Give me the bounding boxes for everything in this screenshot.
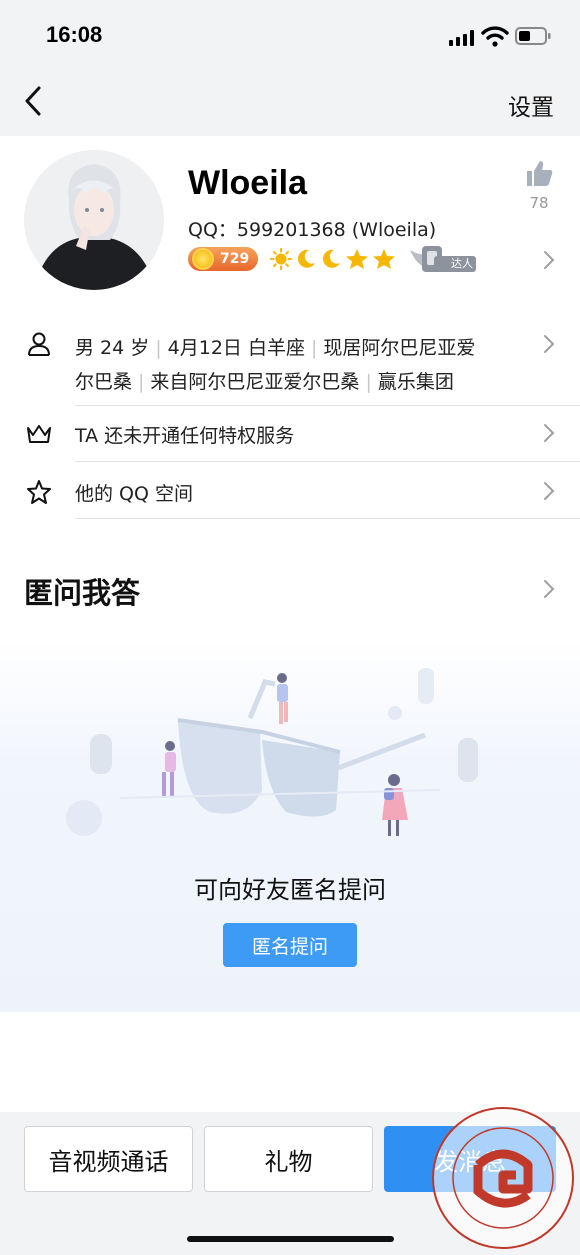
- figure-person: [382, 774, 408, 836]
- home-indicator: [187, 1236, 394, 1242]
- anonymous-ask-button[interactable]: 匿名提问: [223, 923, 357, 967]
- chevron-right-icon: [544, 424, 555, 442]
- qq-number: QQ：599201368 (Wloeila): [188, 219, 437, 241]
- crown-icon: [27, 425, 51, 443]
- qa-illustration: [66, 668, 478, 836]
- gift-button[interactable]: 礼物: [204, 1126, 373, 1192]
- chevron-right-icon[interactable]: [543, 250, 555, 270]
- qa-panel: 可向好友匿名提问 匿名提问: [0, 640, 580, 1012]
- figure-person: [162, 741, 176, 798]
- profile-card[interactable]: Wloeila QQ：599201368 (Wloeila) 729 达人 78: [0, 136, 580, 306]
- divider: [75, 518, 580, 519]
- qzone-text: 他的 QQ 空间: [75, 483, 193, 505]
- qq-level-icons: [270, 248, 396, 270]
- status-time: 16:08: [46, 22, 103, 47]
- status-bar: 16:08: [0, 0, 580, 70]
- coin-level-value: 729: [220, 251, 250, 267]
- avatar[interactable]: [24, 150, 164, 290]
- basic-info-line1: 男 24 岁 | 4月12日 白羊座 | 现居阿尔巴尼亚爱: [75, 337, 476, 359]
- qa-title: 匿问我答: [24, 576, 141, 610]
- qa-hint: 可向好友匿名提问: [194, 876, 386, 904]
- moon-icon: [298, 249, 315, 268]
- info-list: 男 24 岁 | 4月12日 白羊座 | 现居阿尔巴尼亚爱 尔巴桑 | 来自阿尔巴尼亚爱尔巴…: [0, 306, 580, 519]
- moon-icon: [323, 249, 340, 268]
- star-outline-icon: [27, 480, 51, 504]
- chevron-left-icon[interactable]: [22, 85, 44, 117]
- privilege-text: TA 还未开通任何特权服务: [75, 425, 295, 447]
- avatar-illustration: [24, 150, 164, 290]
- qzone-row[interactable]: 他的 QQ 空间: [0, 462, 580, 519]
- settings-button[interactable]: 设置: [508, 88, 554, 122]
- like-count: 78: [529, 194, 549, 212]
- daren-badge: 达人: [408, 244, 478, 274]
- battery-icon: [515, 27, 551, 45]
- star-icon: [346, 249, 368, 269]
- chevron-right-icon: [544, 482, 555, 500]
- basic-info-row[interactable]: 男 24 岁 | 4月12日 白羊座 | 现居阿尔巴尼亚爱 尔巴桑 | 来自阿尔巴尼亚爱尔巴…: [0, 306, 580, 406]
- figure-person: [277, 673, 288, 724]
- like-button[interactable]: 78: [522, 158, 556, 212]
- signal-icon: [449, 30, 474, 46]
- bottom-action-bar: 音视频通话 礼物 发消息: [0, 1112, 580, 1255]
- coin-icon: [192, 248, 214, 270]
- video-call-button[interactable]: 音视频通话: [24, 1126, 193, 1192]
- thumbs-up-icon: [527, 161, 553, 186]
- daren-label: 达人: [451, 257, 473, 270]
- sun-icon: [270, 248, 292, 270]
- privilege-row[interactable]: TA 还未开通任何特权服务: [0, 405, 580, 462]
- chevron-right-icon[interactable]: [543, 579, 555, 599]
- person-icon: [28, 332, 50, 356]
- profile-name: Wloeila: [188, 164, 308, 202]
- wifi-icon: [481, 26, 509, 47]
- basic-info-line2: 尔巴桑 | 来自阿尔巴尼亚爱尔巴桑 | 赢乐集团: [75, 371, 454, 393]
- level-badges[interactable]: 729 达人: [188, 244, 478, 274]
- send-message-button[interactable]: 发消息: [384, 1126, 556, 1192]
- basic-info-text: 男 24 岁 | 4月12日 白羊座 | 现居阿尔巴尼亚爱 尔巴桑 | 来自阿尔巴尼亚爱尔巴…: [75, 331, 475, 399]
- chevron-right-icon: [544, 335, 555, 353]
- star-icon: [373, 249, 395, 269]
- nav-bar: 设置: [0, 70, 580, 136]
- coin-level-badge: 729: [188, 247, 258, 271]
